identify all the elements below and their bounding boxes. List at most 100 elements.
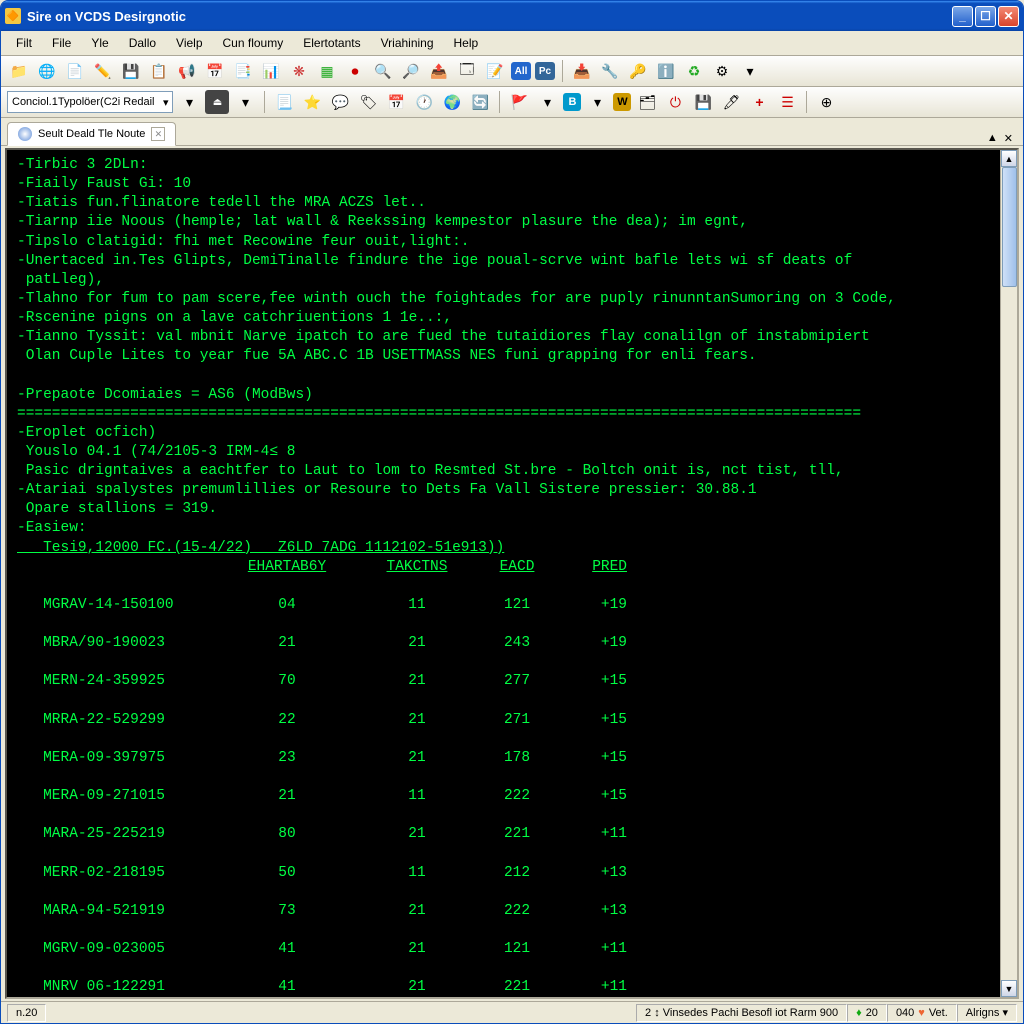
vertical-scrollbar[interactable]: ▲ ▼ xyxy=(1000,150,1017,997)
app-icon-2[interactable]: 🗂 xyxy=(635,90,659,114)
scroll-up-button[interactable]: ▲ xyxy=(1001,150,1017,167)
tab-label: Seult Deald Tle Noute xyxy=(38,128,145,140)
window-icon[interactable]: 🗔 xyxy=(455,59,479,83)
star-icon[interactable]: ⭐ xyxy=(300,90,324,114)
badge-p-icon[interactable]: Pc xyxy=(535,62,555,80)
edit-icon[interactable]: ✏️ xyxy=(91,59,115,83)
globe-icon[interactable]: 🌐 xyxy=(35,59,59,83)
table-row: MARA-94-5219197321222+13 xyxy=(17,902,1007,921)
status-v1: ♦20 xyxy=(847,1004,887,1022)
scroll-down-button[interactable]: ▼ xyxy=(1001,980,1017,997)
import-icon[interactable]: 📥 xyxy=(570,59,594,83)
note-icon[interactable]: 📝 xyxy=(483,59,507,83)
separator xyxy=(562,60,563,82)
list-icon[interactable]: ☰ xyxy=(775,90,799,114)
status-mid: 2 ↕ Vinsedes Pachi Besofl iot Rarm 900 xyxy=(636,1004,847,1022)
zoom-icon[interactable]: 🔎 xyxy=(399,59,423,83)
export-icon[interactable]: 📤 xyxy=(427,59,451,83)
tab-close-button[interactable]: ✕ xyxy=(151,127,165,141)
doc-icon[interactable]: 📄 xyxy=(63,59,87,83)
diamond-icon: ♦ xyxy=(856,1007,862,1019)
badge-b-icon[interactable]: B xyxy=(563,93,581,111)
tab-icon xyxy=(18,127,32,141)
heart-icon: ♥ xyxy=(918,1007,925,1019)
eject-icon[interactable]: ⏏ xyxy=(205,90,229,114)
world-icon[interactable]: 🌍 xyxy=(440,90,464,114)
info-icon[interactable]: ℹ️ xyxy=(654,59,678,83)
save-icon[interactable]: 💾 xyxy=(119,59,143,83)
tab-active[interactable]: Seult Deald Tle Noute ✕ xyxy=(7,122,176,146)
sheet-icon[interactable]: 📃 xyxy=(272,90,296,114)
stop-icon[interactable]: ⏺ xyxy=(343,59,367,83)
toolbar-1: 📁 🌐 📄 ✏️ 💾 📋 📢 📅 📑 📊 ❋ ▦ ⏺ 🔍 🔎 📤 🗔 📝 All… xyxy=(1,56,1023,87)
table-row: MRRA-22-5292992221271+15 xyxy=(17,711,1007,730)
table-row: MNRV 06-1222914121221+11 xyxy=(17,978,1007,997)
menu-cunfloumy[interactable]: Cun floumy xyxy=(214,33,293,53)
power-icon[interactable]: ⏻ xyxy=(663,90,687,114)
separator xyxy=(806,91,807,113)
table-row: MERR-02-2181955011212+13 xyxy=(17,864,1007,883)
table-row: MBRA/90-1900232121243+19 xyxy=(17,634,1007,653)
scroll-thumb[interactable] xyxy=(1002,167,1017,287)
refresh-icon[interactable]: ♻ xyxy=(682,59,706,83)
chart-icon[interactable]: 📊 xyxy=(259,59,283,83)
minimize-button[interactable]: _ xyxy=(952,6,973,27)
grid-icon[interactable]: ▦ xyxy=(315,59,339,83)
maximize-button[interactable]: ☐ xyxy=(975,6,996,27)
sync-icon[interactable]: 🔄 xyxy=(468,90,492,114)
gear-icon[interactable]: ❋ xyxy=(287,59,311,83)
comment-icon[interactable]: 💬 xyxy=(328,90,352,114)
dropdown-4-icon[interactable]: ▾ xyxy=(535,90,559,114)
separator xyxy=(264,91,265,113)
dropdown-3-icon[interactable]: ▾ xyxy=(233,90,257,114)
copy-icon[interactable]: 📑 xyxy=(231,59,255,83)
folder-icon[interactable]: 📁 xyxy=(7,59,31,83)
table-row: MGRAV-14-1501000411121+19 xyxy=(17,596,1007,615)
menu-dallo[interactable]: Dallo xyxy=(120,33,165,53)
app-icon: 🔶 xyxy=(5,8,21,24)
badge-a-icon[interactable]: All xyxy=(511,62,531,80)
dropdown-5-icon[interactable]: ▾ xyxy=(585,90,609,114)
status-left: n.20 xyxy=(7,1004,46,1022)
wrench-icon[interactable]: 🔧 xyxy=(598,59,622,83)
plus-icon[interactable]: + xyxy=(747,90,771,114)
menu-yle[interactable]: Yle xyxy=(82,33,117,53)
menubar: Filt File Yle Dallo Vielp Cun floumy Ele… xyxy=(1,31,1023,56)
key-icon[interactable]: 🔑 xyxy=(626,59,650,83)
tab-collapse-icon[interactable]: ▲ xyxy=(987,132,998,145)
status-v2: 040 ♥Vet. xyxy=(887,1004,957,1022)
status-bar: n.20 2 ↕ Vinsedes Pachi Besofl iot Rarm … xyxy=(1,1001,1023,1023)
titlebar: 🔶 Sire on VCDS Desirgnotic _ ☐ ✕ xyxy=(1,1,1023,31)
status-right[interactable]: Alrigns ▾ xyxy=(957,1004,1017,1022)
window-title: Sire on VCDS Desirgnotic xyxy=(27,9,952,24)
page-icon[interactable]: 📋 xyxy=(147,59,171,83)
table-row: MERN-24-3599257021277+15 xyxy=(17,672,1007,691)
disk-icon[interactable]: 💾 xyxy=(691,90,715,114)
calendar-icon[interactable]: 📅 xyxy=(203,59,227,83)
dropdown-2-icon[interactable]: ▾ xyxy=(177,90,201,114)
target-icon[interactable]: ⊕ xyxy=(814,90,838,114)
date-icon[interactable]: 📅 xyxy=(384,90,408,114)
dropdown-icon[interactable]: ▾ xyxy=(738,59,762,83)
close-button[interactable]: ✕ xyxy=(998,6,1019,27)
tab-close-all-icon[interactable]: ✕ xyxy=(1004,132,1013,145)
menu-file[interactable]: File xyxy=(43,33,80,53)
menu-elertotants[interactable]: Elertotants xyxy=(294,33,369,53)
menu-vriahining[interactable]: Vriahining xyxy=(372,33,443,53)
settings-icon[interactable]: ⚙ xyxy=(710,59,734,83)
console-selector[interactable]: Conciol.1Typolöer(C2i Redail xyxy=(7,91,173,113)
toolbar-2: Conciol.1Typolöer(C2i Redail ▾ ⏏ ▾ 📃 ⭐ 💬… xyxy=(1,87,1023,118)
tab-bar: Seult Deald Tle Noute ✕ ▲ ✕ xyxy=(1,118,1023,146)
menu-vielp[interactable]: Vielp xyxy=(167,33,211,53)
search-icon[interactable]: 🔍 xyxy=(371,59,395,83)
table-row: MGRV-09-0230054121121+11 xyxy=(17,940,1007,959)
pen-icon[interactable]: 🖊 xyxy=(719,90,743,114)
clock-icon[interactable]: 🕐 xyxy=(412,90,436,114)
sound-icon[interactable]: 📢 xyxy=(175,59,199,83)
badge-w-icon[interactable]: W xyxy=(613,93,631,111)
flag-icon[interactable]: 🚩 xyxy=(507,90,531,114)
menu-help[interactable]: Help xyxy=(445,33,488,53)
menu-filt[interactable]: Filt xyxy=(7,33,41,53)
table-row: MERA-09-2710152111222+15 xyxy=(17,787,1007,806)
tag-icon[interactable]: 🏷 xyxy=(356,90,380,114)
